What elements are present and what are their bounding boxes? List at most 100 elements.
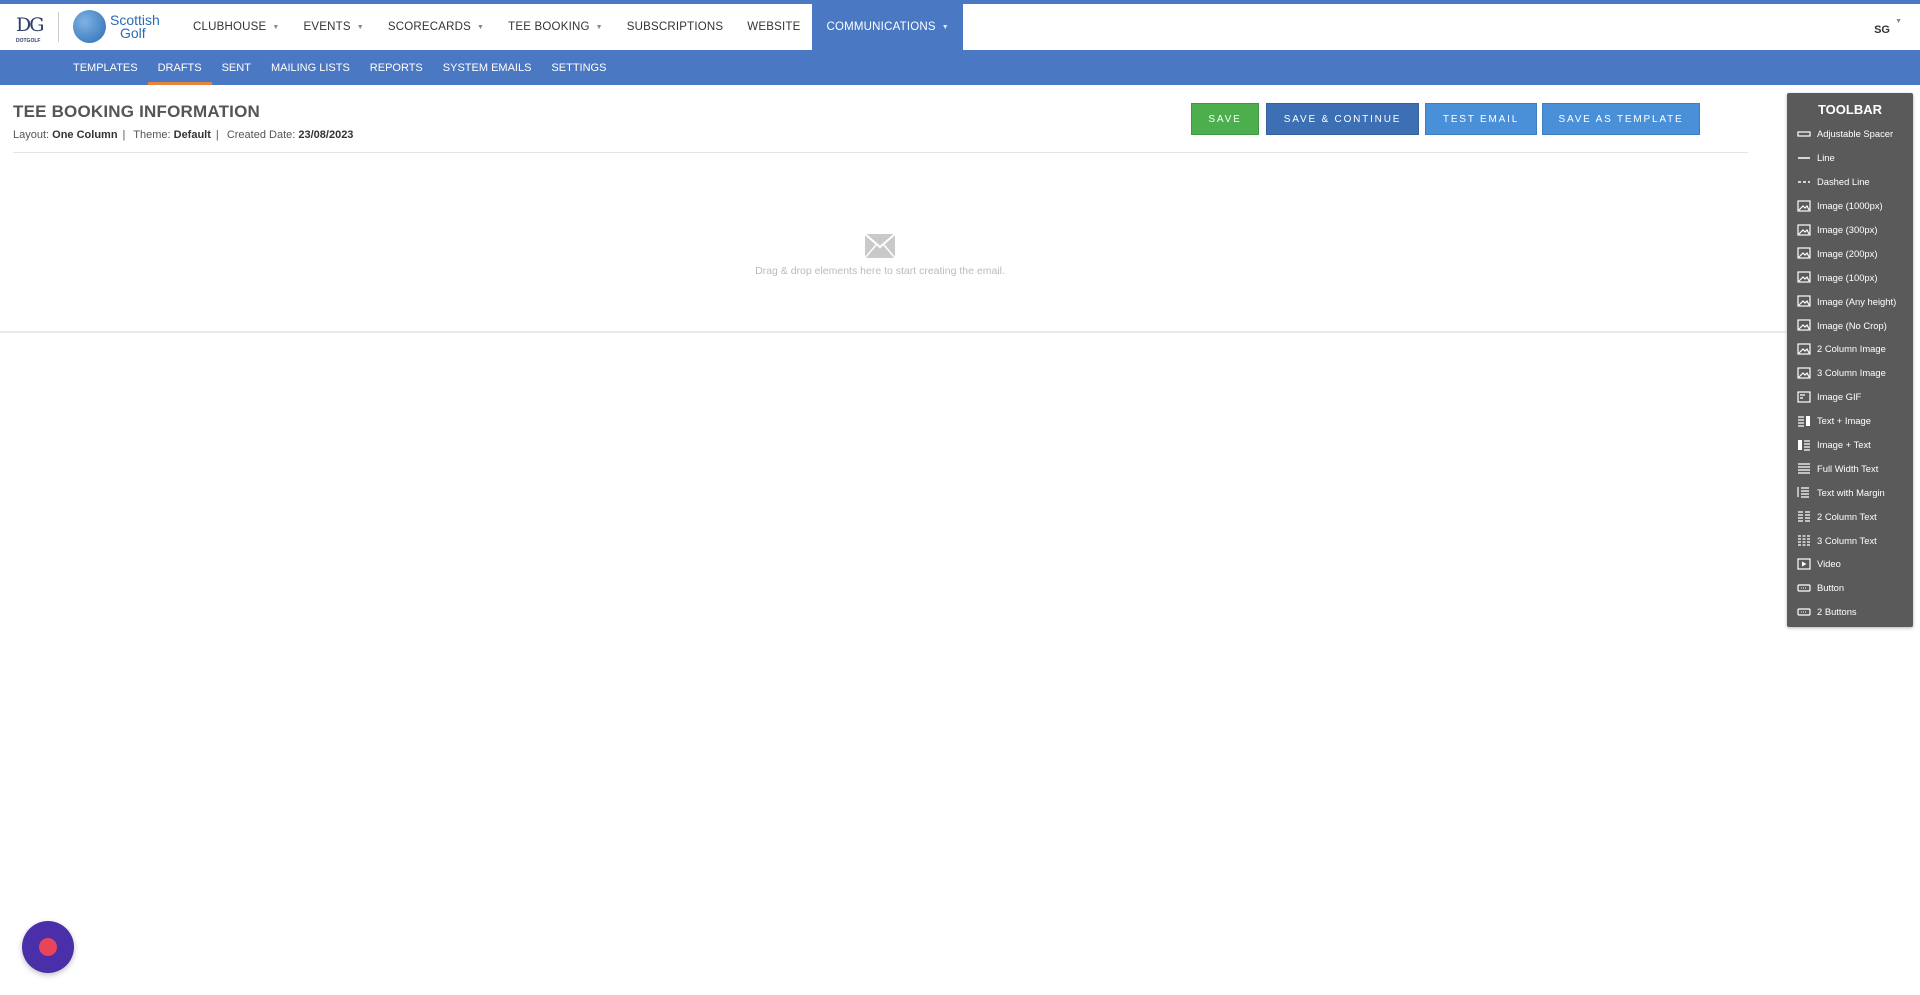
image-icon: [1797, 200, 1811, 212]
toolbar-item-label: 3 Column Image: [1817, 367, 1886, 379]
page-title: TEE BOOKING INFORMATION: [13, 102, 260, 121]
theme-label: Theme:: [133, 129, 171, 141]
toolbar-item-label: Full Width Text: [1817, 462, 1879, 474]
toolbar-item-adjustable-spacer[interactable]: Adjustable Spacer: [1787, 122, 1913, 146]
dotgolf-logo[interactable]: DG DOTGOLF: [14, 12, 46, 44]
scottish-golf-logo[interactable]: Scottish Golf: [73, 10, 160, 43]
toolbar-item-2-buttons[interactable]: 2 Buttons: [1787, 600, 1913, 624]
image-icon: [1797, 343, 1811, 355]
toolbar-item-label: 2 Column Image: [1817, 343, 1886, 355]
email-meta: Layout: One Column | Theme: Default | Crea…: [13, 129, 354, 141]
toolbar-item-3-column-text[interactable]: 3 Column Text: [1787, 528, 1913, 552]
toolbar-item-text-image[interactable]: Text + Image: [1787, 409, 1913, 433]
subnav-item-system-emails[interactable]: SYSTEM EMAILS: [433, 50, 542, 85]
chevron-down-icon: ▼: [477, 23, 485, 31]
toolbar-item-image-text[interactable]: Image + Text: [1787, 433, 1913, 457]
created-date-value: 23/08/2023: [298, 129, 354, 141]
dashed-line-icon: [1798, 180, 1810, 183]
toolbar-item-image-gif[interactable]: Image GIF: [1787, 385, 1913, 409]
sub-navigation: TEMPLATES DRAFTS SENT MAILING LISTS REPORTS S…: [0, 50, 1920, 85]
toolbar-item-text-with-margin[interactable]: Text with Margin: [1787, 480, 1913, 504]
image-text-icon: [1798, 439, 1810, 451]
toolbar-item-image-200px[interactable]: Image (200px): [1787, 241, 1913, 265]
dotgolf-logo-mark: DG: [16, 14, 44, 36]
chevron-down-icon[interactable]: ▼: [1895, 18, 1902, 25]
two-column-text-icon: [1798, 511, 1810, 522]
nav-item-scorecards[interactable]: SCORECARDS ▼: [376, 4, 496, 50]
button-icon: [1797, 584, 1811, 592]
nav-item-website[interactable]: WEBSITE: [735, 4, 812, 50]
dotgolf-logo-text: DOTGOLF: [16, 38, 41, 44]
toolbar-item-full-width-text[interactable]: Full Width Text: [1787, 456, 1913, 480]
nav-item-tee-booking[interactable]: TEE BOOKING ▼: [496, 4, 615, 50]
toolbar-item-label: Image GIF: [1817, 391, 1862, 403]
toolbar-item-3-column-image[interactable]: 3 Column Image: [1787, 361, 1913, 385]
nav-item-label: WEBSITE: [747, 21, 801, 33]
nav-item-subscriptions[interactable]: SUBSCRIPTIONS: [615, 4, 736, 50]
nav-item-events[interactable]: EVENTS ▼: [292, 4, 376, 50]
image-icon: [1797, 223, 1811, 236]
nav-item-label: CLUBHOUSE: [193, 21, 267, 33]
toolbar-item-2-column-text[interactable]: 2 Column Text: [1787, 504, 1913, 528]
toolbar-item-label: 2 Buttons: [1817, 606, 1857, 618]
toolbar-item-label: Image (No Crop): [1817, 319, 1887, 331]
image-icon: [1797, 247, 1811, 259]
gif-icon: [1797, 391, 1811, 403]
toolbar-item-label: Dashed Line: [1817, 176, 1870, 188]
save-as-template-button[interactable]: SAVE AS TEMPLATE: [1542, 103, 1700, 135]
nav-item-label: COMMUNICATIONS: [826, 21, 936, 33]
nav-item-clubhouse[interactable]: CLUBHOUSE ▼: [181, 4, 292, 50]
text-margin-icon: [1797, 487, 1809, 498]
chat-icon: [39, 938, 57, 956]
save-button[interactable]: SAVE: [1191, 103, 1259, 135]
envelope-icon: [865, 234, 895, 258]
toolbar-item-label: Image (300px): [1817, 224, 1878, 235]
toolbar-item-label: Image (Any height): [1817, 295, 1897, 307]
toolbar-item-button[interactable]: Button: [1787, 576, 1913, 600]
subnav-item-mailing-lists[interactable]: MAILING LISTS: [261, 50, 360, 85]
toolbar-item-label: Image + Text: [1817, 439, 1871, 451]
subnav-item-templates[interactable]: TEMPLATES: [63, 50, 148, 85]
toolbar-item-image-300px[interactable]: Image (300px): [1787, 218, 1913, 242]
logo-divider: [58, 12, 59, 42]
toolbar-item-image-any-height[interactable]: Image (Any height): [1787, 289, 1913, 313]
chat-launcher-button[interactable]: [22, 921, 74, 973]
subnav-item-sent[interactable]: SENT: [212, 50, 261, 85]
toolbar-item-label: Image (100px): [1817, 271, 1878, 283]
toolbar-item-image-100px[interactable]: Image (100px): [1787, 265, 1913, 289]
test-email-button[interactable]: TEST EMAIL: [1425, 103, 1537, 135]
nav-item-communications[interactable]: COMMUNICATIONS ▼: [812, 4, 963, 50]
toolbar-item-image-1000px[interactable]: Image (1000px): [1787, 194, 1913, 218]
logo-line-2: Golf: [120, 24, 146, 41]
nav-item-label: SUBSCRIPTIONS: [626, 21, 724, 33]
subnav-item-reports[interactable]: REPORTS: [360, 50, 433, 85]
toolbar-item-label: Image (1000px): [1817, 200, 1883, 212]
theme-value: Default: [173, 129, 211, 141]
user-menu[interactable]: SG: [1874, 24, 1890, 36]
toolbar-item-label: Video: [1817, 558, 1841, 570]
main-navigation: CLUBHOUSE ▼ EVENTS ▼ SCORECARDS ▼ TEE BOOKING ▼…: [181, 4, 963, 50]
toolbar-item-2-column-image[interactable]: 2 Column Image: [1787, 337, 1913, 361]
toolbar-panel: TOOLBAR Adjustable Spacer Line Dashed Line…: [1787, 93, 1913, 627]
line-icon: [1798, 157, 1810, 159]
toolbar-item-label: Line: [1817, 152, 1835, 164]
toolbar-item-label: Text with Margin: [1817, 486, 1885, 498]
toolbar-item-video[interactable]: Video: [1787, 552, 1913, 576]
drop-zone-hint: Drag & drop elements here to start creat…: [755, 265, 1005, 277]
golf-ball-icon: [73, 10, 106, 43]
toolbar-item-line[interactable]: Line: [1787, 146, 1913, 170]
toolbar-title: TOOLBAR: [1817, 102, 1883, 117]
toolbar-item-dashed-line[interactable]: Dashed Line: [1787, 170, 1913, 194]
image-icon: [1797, 319, 1811, 331]
image-icon: [1797, 295, 1811, 307]
save-and-continue-button[interactable]: SAVE & CONTINUE: [1266, 103, 1419, 135]
subnav-item-drafts[interactable]: DRAFTS: [147, 50, 212, 85]
subnav-item-settings[interactable]: SETTINGS: [541, 50, 616, 85]
toolbar-item-label: Adjustable Spacer: [1817, 128, 1894, 140]
text-image-icon: [1798, 415, 1810, 427]
spacer-icon: [1797, 131, 1811, 137]
layout-label: Layout:: [13, 129, 50, 141]
toolbar-item-label: Text + Image: [1817, 415, 1871, 427]
toolbar-item-image-no-crop[interactable]: Image (No Crop): [1787, 313, 1913, 337]
created-date-label: Created Date:: [226, 129, 296, 141]
